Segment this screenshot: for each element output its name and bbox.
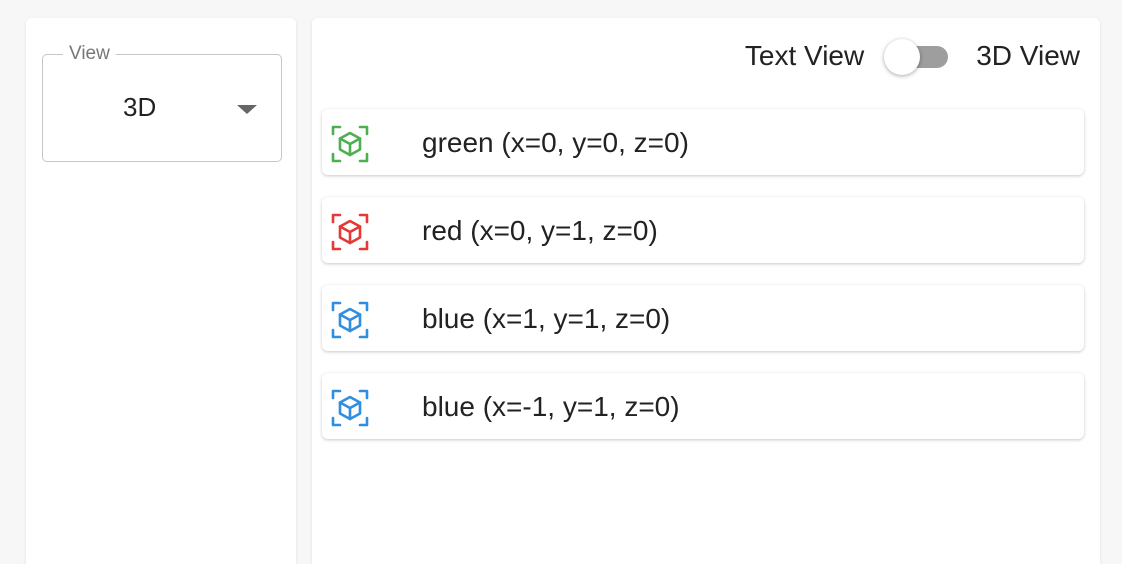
right-panel: Text View 3D View green (x=0, y=0, z=0) … [312,18,1100,564]
view-select-label: View [63,43,116,65]
app-page: View 3D Text View 3D View green (x=0, y=… [0,0,1122,564]
list-item[interactable]: blue (x=1, y=1, z=0) [322,285,1084,351]
toggle-thumb[interactable] [884,39,921,75]
view-toggle-switch[interactable] [882,37,958,75]
3d-view-label: 3D View [976,40,1080,71]
view-select[interactable]: View 3D [42,43,282,162]
cube-icon [331,389,369,427]
cube-icon [331,125,369,163]
list-item[interactable]: green (x=0, y=0, z=0) [322,109,1084,175]
left-panel: View 3D [26,18,296,564]
object-list: green (x=0, y=0, z=0) red (x=0, y=1, z=0… [322,109,1084,461]
cube-icon [331,301,369,339]
cube-icon [331,213,369,251]
list-item-label: green (x=0, y=0, z=0) [422,127,689,158]
text-view-label: Text View [744,40,865,71]
list-item-label: red (x=0, y=1, z=0) [422,215,658,246]
list-item[interactable]: blue (x=-1, y=1, z=0) [322,373,1084,439]
dropdown-arrow-icon[interactable] [237,105,257,114]
view-select-value: 3D [123,92,157,122]
list-item-label: blue (x=-1, y=1, z=0) [422,391,680,422]
list-item-label: blue (x=1, y=1, z=0) [422,303,671,334]
view-toggle-row: Text View 3D View [745,37,1080,75]
list-item[interactable]: red (x=0, y=1, z=0) [322,197,1084,263]
